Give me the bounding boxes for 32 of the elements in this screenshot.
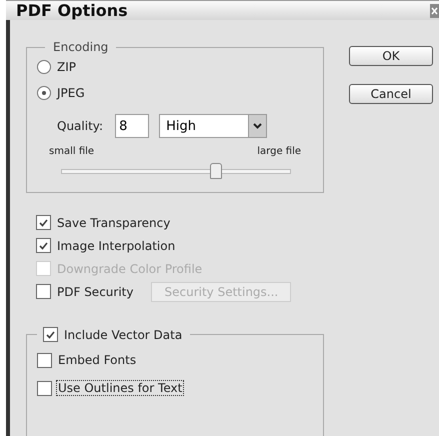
check-icon (46, 330, 55, 338)
slider-thumb[interactable] (210, 163, 222, 179)
option-label: JPEG (55, 85, 86, 101)
option-label: Use Outlines for Text (56, 380, 184, 396)
option-label: Downgrade Color Profile (56, 260, 204, 276)
caret-icon (253, 123, 262, 129)
option-label: PDF Security (56, 284, 134, 300)
cancel-button[interactable]: Cancel (349, 84, 433, 104)
checkbox[interactable] (36, 215, 51, 230)
option-label: ZIP (56, 59, 77, 75)
option-label: Image Interpolation (56, 238, 176, 254)
option-label: Embed Fonts (57, 352, 138, 368)
group-label: Encoding (52, 40, 110, 54)
check-icon (39, 242, 48, 250)
quality-label: Quality: (56, 118, 104, 134)
ok-button[interactable]: OK (349, 46, 433, 66)
radio-button[interactable] (37, 60, 51, 74)
quality-dropdown[interactable]: High (159, 114, 268, 138)
check-icon (39, 218, 48, 226)
checkbox[interactable] (36, 284, 51, 299)
checkbox[interactable] (36, 238, 51, 253)
option-label: Save Transparency (56, 214, 172, 230)
checkbox[interactable] (43, 327, 58, 342)
option-label: Include Vector Data (63, 326, 184, 342)
quality-input[interactable]: 8 (115, 114, 150, 138)
window-title: PDF Options (16, 1, 128, 20)
checkbox[interactable] (37, 352, 52, 368)
radio-button[interactable] (37, 86, 51, 100)
slider-min-label: small file (49, 146, 94, 157)
slider-max-label: large file (257, 146, 301, 157)
checkbox[interactable] (37, 380, 52, 396)
close-icon[interactable] (430, 4, 439, 18)
